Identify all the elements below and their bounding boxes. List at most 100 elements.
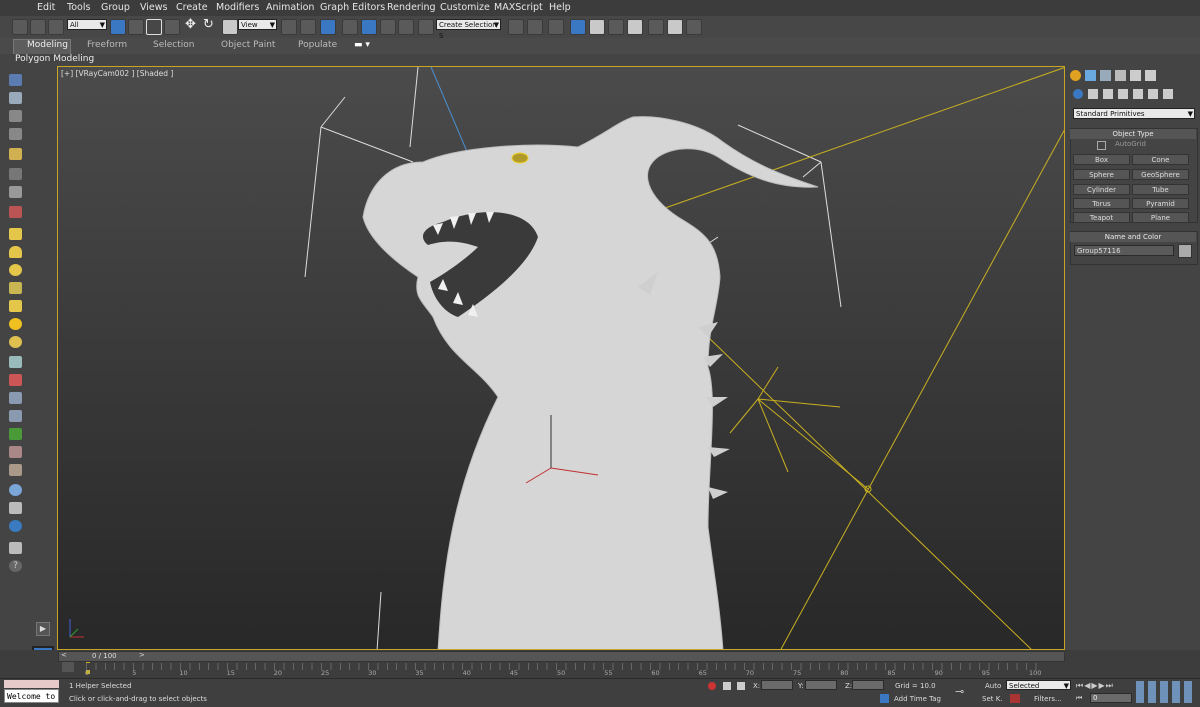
percent-snap-icon[interactable] xyxy=(380,19,396,35)
track-bar-icon[interactable] xyxy=(62,662,74,672)
sphere-button[interactable]: Sphere xyxy=(1073,169,1130,180)
named-selection-dropdown[interactable]: Create Selection S ▼ xyxy=(436,19,501,40)
sun-icon[interactable] xyxy=(9,318,22,330)
current-frame-field[interactable]: 0 xyxy=(1090,693,1132,703)
align-icon[interactable] xyxy=(527,19,543,35)
display-tab-icon[interactable] xyxy=(1130,70,1141,81)
keyboard-shortcut-icon[interactable] xyxy=(320,19,336,35)
mirror-icon[interactable] xyxy=(508,19,524,35)
viewport-navigation-icons[interactable] xyxy=(1136,681,1196,703)
cylinder-button[interactable]: Cylinder xyxy=(1073,184,1130,195)
menu-group[interactable]: Group xyxy=(101,2,130,13)
spinner-snap-icon[interactable] xyxy=(398,19,414,35)
select-by-name-icon[interactable] xyxy=(128,19,144,35)
curve-editor-icon[interactable] xyxy=(589,19,605,35)
name-color-header[interactable]: Name and Color xyxy=(1070,232,1196,242)
shapes-icon[interactable] xyxy=(1088,89,1098,99)
helpers-icon[interactable] xyxy=(1133,89,1143,99)
time-slider[interactable]: < 0 / 100 > xyxy=(58,651,1065,662)
hierarchy-tab-icon[interactable] xyxy=(1100,70,1111,81)
angle-snap-icon[interactable] xyxy=(361,19,377,35)
expand-arrow-icon[interactable]: ▶ xyxy=(36,622,50,636)
z-coordinate-field[interactable] xyxy=(852,680,884,690)
rendered-frame-window-icon[interactable] xyxy=(667,19,683,35)
scene-icon[interactable] xyxy=(9,74,22,86)
foliage-icon[interactable] xyxy=(9,428,22,440)
tab-object-paint[interactable]: Object Paint xyxy=(221,40,275,50)
lights-icon[interactable] xyxy=(1103,89,1113,99)
systems-icon[interactable] xyxy=(1163,89,1173,99)
sphere-icon[interactable] xyxy=(9,264,22,276)
auto-key-button[interactable]: Auto xyxy=(985,682,1001,690)
render-sphere-icon[interactable] xyxy=(9,520,22,532)
tab-selection[interactable]: Selection xyxy=(153,40,194,50)
object-name-field[interactable]: Group57116 xyxy=(1074,245,1174,256)
filters-button[interactable]: Filters... xyxy=(1034,695,1062,703)
manipulate-icon[interactable] xyxy=(300,19,316,35)
grid-icon[interactable] xyxy=(9,356,22,368)
menu-edit[interactable]: Edit xyxy=(37,2,55,13)
select-object-icon[interactable] xyxy=(110,19,126,35)
playback-controls[interactable]: ⏮◀▶▶⏭ xyxy=(1076,681,1124,690)
layer-explorer-icon[interactable] xyxy=(548,19,564,35)
layers-icon[interactable] xyxy=(9,542,22,554)
pivot-center-icon[interactable] xyxy=(281,19,297,35)
ribbon-options-icon[interactable]: ▬ ▾ xyxy=(354,40,370,50)
light-sphere-icon[interactable] xyxy=(9,336,22,348)
absolute-mode-icon[interactable] xyxy=(737,682,745,690)
primitive-category-dropdown[interactable]: Standard Primitives ▼ xyxy=(1073,108,1195,119)
unlink-icon[interactable] xyxy=(30,19,46,35)
object-color-swatch[interactable] xyxy=(1178,244,1192,258)
render-setup-icon[interactable] xyxy=(648,19,664,35)
cloth-icon[interactable] xyxy=(9,464,22,476)
bones-icon[interactable] xyxy=(9,392,22,404)
ref-coord-dropdown[interactable]: View ▼ xyxy=(238,19,277,30)
object-type-header[interactable]: Object Type xyxy=(1070,129,1196,139)
menu-rendering[interactable]: Rendering xyxy=(387,2,436,13)
polygon-modeling-label[interactable]: Polygon Modeling xyxy=(15,54,94,64)
menu-create[interactable]: Create xyxy=(176,2,208,13)
y-coordinate-field[interactable] xyxy=(805,680,837,690)
edit-named-selection-icon[interactable] xyxy=(418,19,434,35)
menu-views[interactable]: Views xyxy=(140,2,168,13)
list-icon[interactable] xyxy=(9,110,22,122)
document-icon[interactable] xyxy=(9,502,22,514)
dragon-model[interactable] xyxy=(362,116,819,650)
box-primitive-icon[interactable] xyxy=(9,228,22,240)
utilities-tab-icon[interactable] xyxy=(1145,70,1156,81)
dynamics-icon[interactable] xyxy=(9,374,22,386)
sound-icon[interactable] xyxy=(9,186,22,198)
menu-modifiers[interactable]: Modifiers xyxy=(216,2,259,13)
menu-tools[interactable]: Tools xyxy=(67,2,90,13)
torus-button[interactable]: Torus xyxy=(1073,198,1130,209)
help-icon[interactable]: ? xyxy=(9,560,22,572)
selection-lock-icon[interactable] xyxy=(723,682,731,690)
move-icon[interactable]: ✥ xyxy=(185,18,199,33)
cone-button[interactable]: Cone xyxy=(1132,154,1189,165)
add-time-tag-button[interactable]: Add Time Tag xyxy=(894,695,941,703)
tab-modeling[interactable]: Modeling xyxy=(27,40,68,50)
menu-graph-editors[interactable]: Graph Editors xyxy=(320,2,385,13)
box-button[interactable]: Box xyxy=(1073,154,1130,165)
tab-freeform[interactable]: Freeform xyxy=(87,40,127,50)
autogrid-checkbox[interactable] xyxy=(1097,141,1106,150)
menu-help[interactable]: Help xyxy=(549,2,571,13)
key-mode-toggle-icon[interactable]: ⏮ xyxy=(1076,694,1088,703)
window-crossing-icon[interactable] xyxy=(164,19,180,35)
tube-button[interactable]: Tube xyxy=(1132,184,1189,195)
geometry-icon[interactable] xyxy=(1073,89,1083,99)
menu-animation[interactable]: Animation xyxy=(266,2,314,13)
camera-viewport[interactable]: [+] [VRayCam002 ] [Shaded ] xyxy=(57,66,1065,650)
maxscript-listener[interactable]: Welcome to xyxy=(4,689,59,703)
material-editor-icon[interactable] xyxy=(627,19,643,35)
world-icon[interactable] xyxy=(9,484,22,496)
layer-icon[interactable] xyxy=(9,92,22,104)
create-tab-icon[interactable] xyxy=(1070,70,1081,81)
modifier-icon[interactable] xyxy=(9,206,22,218)
plane-button[interactable]: Plane xyxy=(1132,212,1189,223)
cameras-icon[interactable] xyxy=(1118,89,1128,99)
teapot-icon[interactable] xyxy=(9,282,22,294)
maxscript-mini-listener[interactable] xyxy=(4,680,59,688)
helper-icon[interactable] xyxy=(9,168,22,180)
teapot-button[interactable]: Teapot xyxy=(1073,212,1130,223)
